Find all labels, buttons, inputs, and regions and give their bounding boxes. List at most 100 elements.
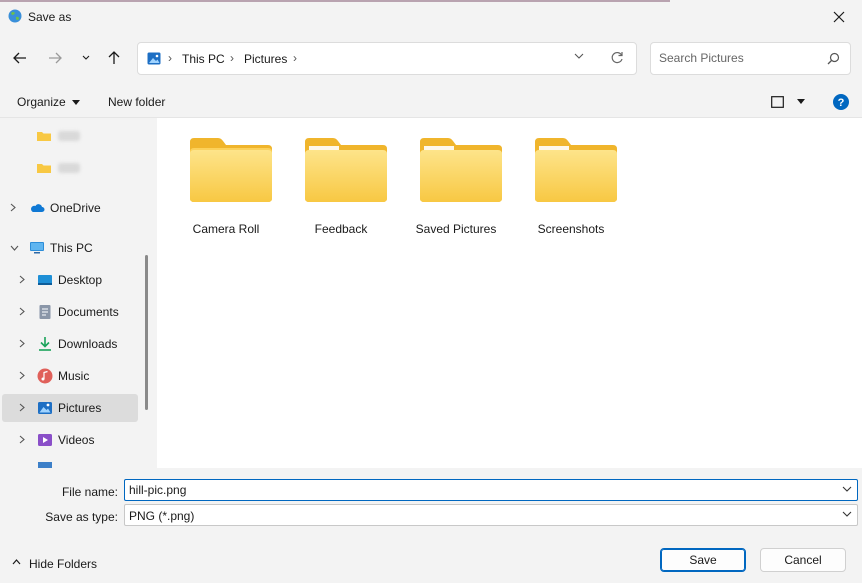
command-bar: Organize New folder ? — [0, 86, 862, 118]
chevron-right-icon[interactable] — [19, 435, 25, 444]
chevron-right-icon[interactable] — [19, 339, 25, 348]
chevron-right-icon[interactable] — [19, 371, 25, 380]
redacted-label — [58, 163, 80, 173]
sidebar-item-label: Desktop — [58, 273, 103, 287]
folder-icon — [190, 138, 272, 202]
organize-button[interactable]: Organize — [17, 95, 81, 109]
chevron-down-icon[interactable] — [842, 486, 852, 493]
cancel-button[interactable]: Cancel — [760, 548, 846, 572]
chevron-right-icon[interactable] — [19, 275, 25, 284]
chevron-right-icon[interactable] — [10, 203, 16, 212]
computer-icon — [30, 242, 44, 254]
address-history-chevron-icon[interactable] — [574, 53, 584, 60]
view-pane-icon — [771, 95, 784, 108]
file-name-input[interactable] — [129, 483, 829, 497]
redacted-label — [58, 131, 80, 141]
sidebar-item-this-pc[interactable]: This PC — [2, 234, 138, 262]
save-type-value: PNG (*.png) — [129, 509, 195, 523]
folder-icon — [37, 132, 51, 141]
arrow-left-icon — [13, 52, 26, 64]
save-type-select[interactable]: PNG (*.png) — [124, 504, 858, 526]
chevron-up-icon — [12, 559, 21, 565]
arrow-right-icon — [49, 52, 62, 64]
up-button[interactable] — [104, 48, 124, 68]
sidebar-item-desktop[interactable]: Desktop — [2, 266, 138, 294]
sidebar-item-onedrive[interactable]: OneDrive — [2, 194, 138, 222]
folder-label: Saved Pictures — [415, 222, 497, 236]
file-name-label: File name: — [61, 485, 118, 499]
downloads-icon — [39, 337, 51, 351]
new-folder-button[interactable]: New folder — [108, 95, 165, 109]
save-form: File name: Save as type: PNG (*.png) Hid… — [0, 468, 862, 583]
breadcrumb-pictures[interactable]: Pictures — [244, 52, 287, 66]
close-button[interactable] — [816, 0, 862, 34]
save-type-label: Save as type: — [45, 510, 118, 524]
music-icon — [37, 368, 53, 384]
breadcrumb-separator: › — [168, 51, 172, 65]
address-bar[interactable]: › This PC › Pictures › — [137, 42, 637, 75]
sidebar-item-downloads[interactable]: Downloads — [2, 330, 138, 358]
folder-item-feedback[interactable]: Feedback — [286, 136, 396, 246]
sidebar-item-label: This PC — [50, 241, 93, 255]
arrow-up-icon — [108, 51, 120, 64]
chevron-down-icon[interactable] — [842, 511, 852, 518]
sidebar-item-music[interactable]: Music — [2, 362, 138, 390]
sidebar-item-label: OneDrive — [50, 201, 101, 215]
onedrive-icon — [31, 204, 45, 212]
recent-locations-button[interactable] — [76, 48, 96, 68]
sidebar-item-label: Documents — [58, 305, 119, 319]
folder-label: Screenshots — [537, 222, 605, 236]
sidebar-item-videos[interactable]: Videos — [2, 426, 138, 454]
videos-icon — [38, 434, 52, 446]
sidebar-item-documents[interactable]: Documents — [2, 298, 138, 326]
folder-icon — [37, 164, 51, 173]
breadcrumb-separator: › — [230, 51, 234, 65]
chevron-down-icon — [82, 55, 90, 60]
caret-down-icon — [797, 99, 806, 105]
navigation-pane: OneDrive This PC Desktop Documents Downl… — [0, 118, 155, 468]
documents-icon — [39, 305, 51, 319]
scrollbar-thumb[interactable] — [145, 255, 148, 410]
search-input[interactable] — [659, 51, 819, 65]
sidebar-item-label: Downloads — [58, 337, 118, 351]
folder-item-camera-roll[interactable]: Camera Roll — [171, 136, 281, 246]
sidebar-item-label: Music — [58, 369, 90, 383]
folder-icon — [535, 138, 617, 202]
folder-icon — [420, 138, 502, 202]
search-box[interactable] — [650, 42, 851, 75]
window-title: Save as — [28, 10, 72, 24]
help-icon[interactable]: ? — [833, 94, 849, 110]
chevron-right-icon[interactable] — [19, 403, 25, 412]
sidebar-item-label: Pictures — [58, 401, 102, 415]
quick-access-item[interactable] — [2, 154, 138, 182]
save-button[interactable]: Save — [660, 548, 746, 572]
organize-label: Organize — [17, 95, 66, 109]
breadcrumb-this-pc[interactable]: This PC — [182, 52, 225, 66]
sidebar-item-label: Videos — [58, 433, 95, 447]
folder-label: Feedback — [314, 222, 368, 236]
pictures-location-icon — [147, 52, 161, 65]
back-button[interactable] — [10, 48, 30, 68]
quick-access-item[interactable] — [2, 122, 138, 150]
forward-button[interactable] — [45, 48, 65, 68]
hide-folders-label: Hide Folders — [29, 557, 98, 571]
sidebar-item-pictures[interactable]: Pictures — [2, 394, 138, 422]
file-list-pane: Camera Roll Feedback Saved Pictures Scre… — [157, 118, 862, 468]
close-icon — [833, 11, 845, 23]
svg-text:?: ? — [838, 97, 845, 109]
navigation-bar: › This PC › Pictures › — [0, 38, 862, 78]
file-name-combobox[interactable] — [124, 479, 858, 501]
pictures-icon — [38, 402, 52, 414]
sidebar-item-partial[interactable] — [2, 458, 138, 468]
folder-item-saved-pictures[interactable]: Saved Pictures — [401, 136, 511, 246]
view-options-button[interactable] — [771, 94, 806, 108]
folder-label: Camera Roll — [192, 222, 260, 236]
refresh-icon[interactable] — [610, 51, 624, 65]
chevron-right-icon[interactable] — [19, 307, 25, 316]
caret-down-icon — [72, 100, 81, 106]
breadcrumb-separator[interactable]: › — [293, 51, 297, 65]
folder-item-screenshots[interactable]: Screenshots — [516, 136, 626, 246]
title-bar: Save as — [0, 0, 862, 34]
desktop-icon — [38, 275, 52, 285]
chevron-down-icon[interactable] — [10, 245, 19, 251]
